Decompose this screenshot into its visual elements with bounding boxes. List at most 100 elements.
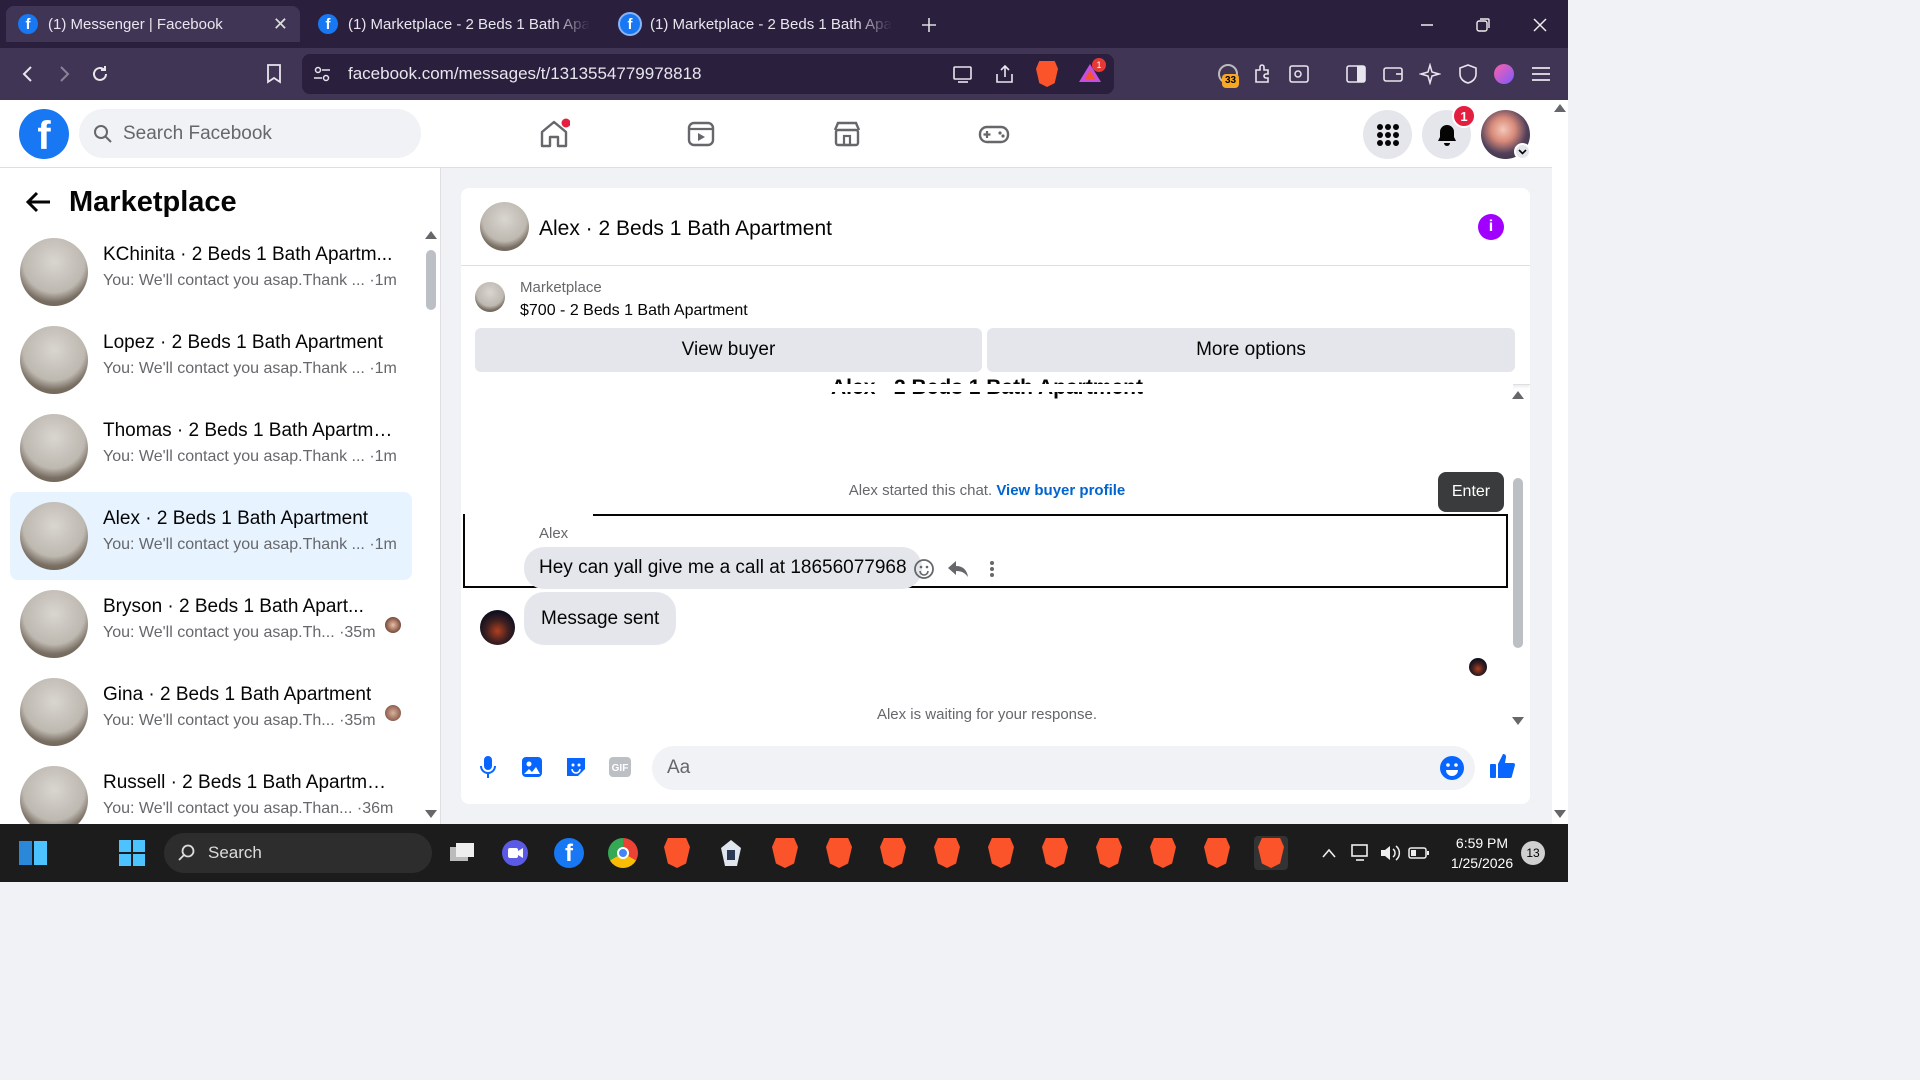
brave-browser-icon[interactable] — [660, 836, 694, 870]
menu-grid-button[interactable] — [1363, 110, 1412, 159]
outgoing-message-bubble[interactable]: Message sent — [524, 592, 677, 645]
page-scroll-up-icon[interactable] — [1554, 104, 1566, 112]
message-composer: GIF Aa — [461, 736, 1530, 804]
gif-icon[interactable]: GIF — [606, 753, 634, 781]
show-hidden-icons-icon[interactable] — [1312, 836, 1346, 870]
brave-profile-icon[interactable] — [1146, 836, 1180, 870]
incoming-message-bubble[interactable]: Hey can yall give me a call at 186560779… — [524, 547, 922, 589]
more-options-button[interactable]: More options — [987, 328, 1515, 372]
sticker-icon[interactable] — [562, 753, 590, 781]
brave-profile-icon[interactable] — [1038, 836, 1072, 870]
facebook-search-input[interactable]: Search Facebook — [79, 109, 421, 158]
view-buyer-profile-link[interactable]: View buyer profile — [996, 482, 1125, 499]
profile-icon[interactable] — [1490, 60, 1518, 88]
address-bar[interactable]: facebook.com/messages/t/1313554779978818… — [302, 54, 1114, 94]
forward-icon[interactable] — [50, 60, 78, 88]
brave-profile-icon[interactable] — [768, 836, 802, 870]
menu-icon[interactable] — [1527, 60, 1555, 88]
conversation-item[interactable]: Thomas · 2 Beds 1 Bath Apartme... You: W… — [10, 404, 412, 492]
more-actions-icon[interactable] — [980, 557, 1004, 581]
facebook-app-icon[interactable]: f — [552, 836, 586, 870]
conversation-item[interactable]: Lopez · 2 Beds 1 Bath Apartment You: We'… — [10, 316, 412, 404]
vpn-shield-icon[interactable] — [1454, 60, 1482, 88]
message-input[interactable]: Aa — [652, 746, 1475, 790]
chat-scrollbar-thumb[interactable] — [1513, 478, 1523, 648]
scroll-up-arrow-icon[interactable] — [424, 230, 438, 240]
account-avatar[interactable] — [1481, 110, 1531, 160]
tab-close-icon[interactable]: ✕ — [273, 14, 288, 35]
page-scrollbar[interactable] — [1552, 100, 1568, 824]
conversation-item[interactable]: Bryson · 2 Beds 1 Bath Apart... You: We'… — [10, 580, 412, 668]
chat-app-icon[interactable] — [498, 836, 532, 870]
share-icon[interactable] — [994, 64, 1016, 84]
taskbar-search[interactable]: Search — [164, 833, 432, 873]
reader-mode-icon[interactable] — [1285, 60, 1313, 88]
minimize-icon[interactable] — [1412, 10, 1442, 40]
listing-title[interactable]: $700 - 2 Beds 1 Bath Apartment — [520, 302, 748, 320]
system-clock[interactable]: 6:59 PM 1/25/2026 — [1440, 833, 1524, 873]
conversation-item[interactable]: Russell · 2 Beds 1 Bath Apartment You: W… — [10, 756, 412, 824]
microphone-icon[interactable] — [474, 753, 502, 781]
bookmark-icon[interactable] — [260, 60, 288, 88]
tab-title: (1) Messenger | Facebook — [48, 15, 223, 33]
chat-title[interactable]: Alex · 2 Beds 1 Bath Apartment — [539, 217, 832, 241]
vpn-extension-icon[interactable]: 33 — [1214, 60, 1242, 88]
view-buyer-button[interactable]: View buyer — [475, 328, 982, 372]
new-tab-button[interactable] — [914, 10, 944, 40]
brave-profile-icon[interactable] — [1092, 836, 1126, 870]
battery-icon[interactable] — [1402, 836, 1436, 870]
restore-icon[interactable] — [1468, 10, 1498, 40]
close-window-icon[interactable] — [1525, 10, 1555, 40]
like-thumb-icon[interactable] — [1488, 751, 1518, 781]
page-scroll-down-icon[interactable] — [1554, 810, 1566, 818]
leo-ai-icon[interactable] — [1416, 60, 1444, 88]
reply-icon[interactable] — [946, 557, 970, 581]
scroll-down-arrow-icon[interactable] — [424, 809, 438, 819]
react-emoji-icon[interactable] — [912, 557, 936, 581]
my-avatar — [480, 610, 515, 645]
tab-marketplace-1[interactable]: f (1) Marketplace - 2 Beds 1 Bath Apart — [306, 6, 602, 42]
chat-scroll-down-arrow-icon[interactable] — [1511, 716, 1525, 726]
extensions-icon[interactable] — [1249, 60, 1277, 88]
listing-thumbnail[interactable] — [475, 282, 505, 312]
facebook-logo[interactable]: f — [19, 109, 69, 159]
emoji-icon[interactable] — [1439, 755, 1465, 781]
conversation-item[interactable]: Gina · 2 Beds 1 Bath Apartment You: We'l… — [10, 668, 412, 756]
list-scrollbar-thumb[interactable] — [426, 250, 436, 310]
app-icon[interactable] — [714, 836, 748, 870]
back-icon[interactable] — [14, 60, 42, 88]
chrome-icon[interactable] — [606, 836, 640, 870]
brave-profile-icon[interactable] — [984, 836, 1018, 870]
marketplace-icon[interactable] — [825, 112, 869, 156]
back-arrow-icon[interactable] — [24, 190, 52, 214]
info-icon[interactable]: i — [1478, 214, 1504, 240]
task-view-icon[interactable] — [445, 836, 479, 870]
widgets-icon[interactable] — [16, 836, 50, 870]
photo-icon[interactable] — [518, 753, 546, 781]
brave-profile-icon[interactable] — [1200, 836, 1234, 870]
sidebar-toggle-icon[interactable] — [1342, 60, 1370, 88]
notification-center-badge[interactable]: 13 — [1521, 841, 1545, 865]
conversation-item[interactable]: KChinita · 2 Beds 1 Bath Apartm... You: … — [10, 228, 412, 316]
listing-thumbnail — [20, 238, 88, 306]
site-settings-icon[interactable] — [312, 64, 332, 84]
gaming-icon[interactable] — [972, 112, 1016, 156]
install-app-icon[interactable] — [952, 64, 974, 84]
wallet-icon[interactable] — [1379, 60, 1407, 88]
conversation-item-selected[interactable]: Alex · 2 Beds 1 Bath Apartment You: We'l… — [10, 492, 412, 580]
brave-profile-icon[interactable] — [876, 836, 910, 870]
brave-profile-icon[interactable] — [930, 836, 964, 870]
notifications-button[interactable]: 1 — [1422, 104, 1476, 159]
brave-profile-icon[interactable] — [822, 836, 856, 870]
home-icon[interactable] — [532, 112, 576, 156]
tab-marketplace-2[interactable]: f (1) Marketplace - 2 Beds 1 Bath Apart — [608, 6, 904, 42]
brave-rewards-icon[interactable]: 1 — [1078, 58, 1106, 84]
reload-icon[interactable] — [86, 60, 114, 88]
chat-avatar[interactable] — [480, 202, 529, 251]
brave-shields-icon[interactable] — [1036, 61, 1058, 87]
tab-messenger[interactable]: f (1) Messenger | Facebook ✕ — [6, 6, 300, 42]
video-icon[interactable] — [679, 112, 723, 156]
windows-start-icon[interactable] — [115, 836, 149, 870]
chat-scroll-up-arrow-icon[interactable] — [1511, 390, 1525, 400]
brave-profile-active-icon[interactable] — [1254, 836, 1288, 870]
